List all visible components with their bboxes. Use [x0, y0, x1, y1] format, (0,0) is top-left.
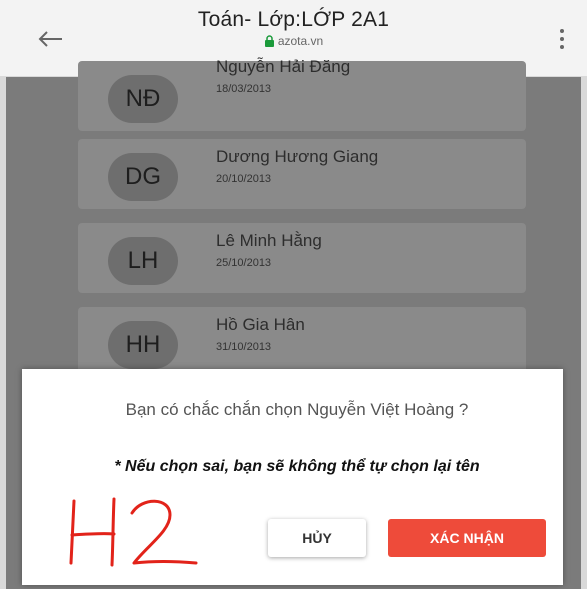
student-dob: 20/10/2013	[216, 173, 272, 185]
arrow-left-icon	[38, 31, 62, 47]
dialog-question: Bạn có chắc chắn chọn Nguyễn Việt Hoàng …	[125, 400, 469, 419]
avatar: LH	[108, 237, 178, 285]
url-text: azota.vn	[277, 34, 324, 48]
lock-icon	[264, 35, 274, 47]
more-menu-button[interactable]	[547, 22, 577, 56]
avatar: DG	[108, 153, 178, 201]
cancel-button[interactable]: HỦY	[268, 519, 366, 557]
student-dob: 31/10/2013	[216, 341, 272, 353]
student-name: Hồ Gia Hân	[216, 315, 305, 334]
student-name: Dương Hương Giang	[216, 147, 379, 166]
page-title-area: Toán- Lớp:LỚP 2A1 azota.vn	[130, 8, 457, 48]
student-card[interactable]: HH Hồ Gia Hân 31/10/2013	[78, 307, 526, 377]
more-dots-icon	[560, 29, 564, 33]
page-title: Toán- Lớp:LỚP 2A1	[197, 8, 390, 31]
dialog-warning: * Nếu chọn sai, bạn sẽ không thể tự chọn…	[114, 458, 480, 475]
confirm-dialog: Bạn có chắc chắn chọn Nguyễn Việt Hoàng …	[22, 369, 563, 585]
student-card[interactable]: NĐ Nguyễn Hải Đăng 18/03/2013	[78, 57, 526, 131]
student-name: Nguyễn Hải Đăng	[216, 57, 351, 76]
back-button[interactable]	[30, 22, 70, 56]
student-name: Lê Minh Hằng	[216, 231, 322, 250]
page-url: azota.vn	[130, 34, 457, 48]
handwritten-annotation-h2	[69, 497, 198, 567]
avatar: HH	[108, 321, 178, 369]
student-dob: 18/03/2013	[216, 83, 272, 95]
student-dob: 25/10/2013	[216, 257, 272, 269]
student-card[interactable]: DG Dương Hương Giang 20/10/2013	[78, 139, 526, 209]
student-card[interactable]: LH Lê Minh Hằng 25/10/2013	[78, 223, 526, 293]
avatar: NĐ	[108, 75, 178, 123]
confirm-button[interactable]: XÁC NHẬN	[388, 519, 546, 557]
